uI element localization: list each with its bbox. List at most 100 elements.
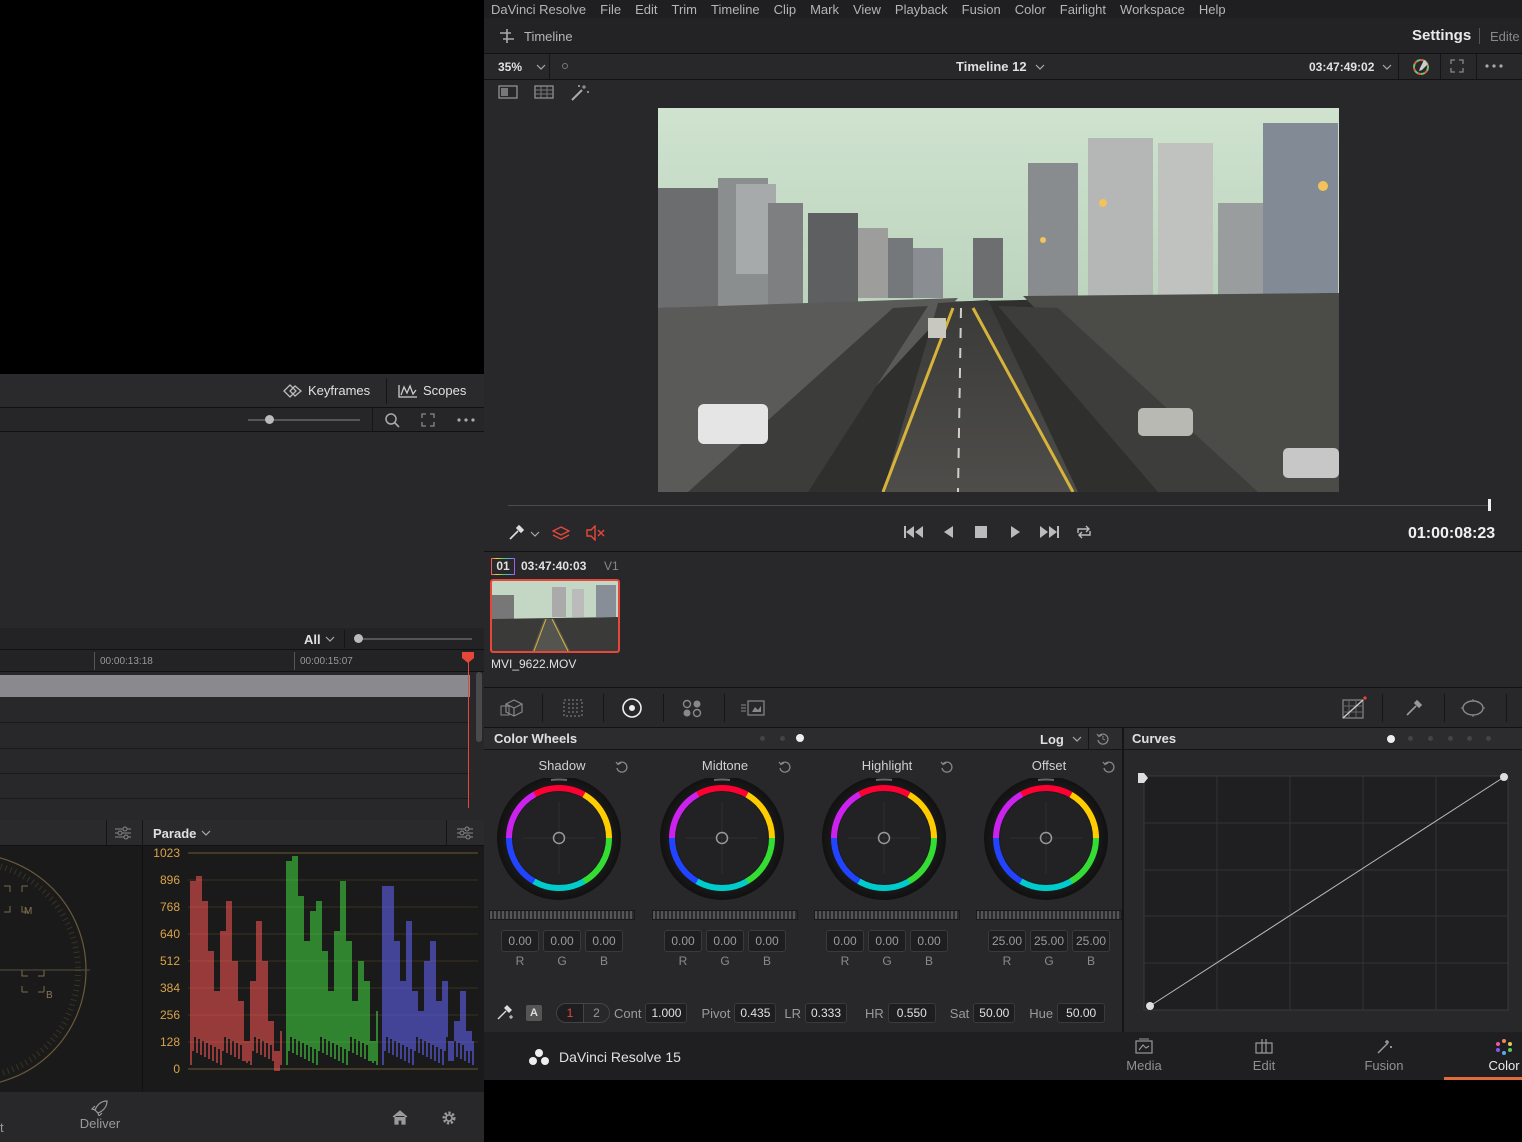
timeline-scrollbar[interactable] — [476, 672, 482, 742]
page-dot[interactable] — [780, 736, 785, 741]
page-dot[interactable] — [1428, 736, 1433, 741]
eyedropper-icon[interactable] — [508, 525, 526, 541]
menu-item-clip[interactable]: Clip — [767, 2, 803, 17]
wheel-value-r[interactable]: 0.00 — [664, 930, 702, 952]
filter-dropdown[interactable]: All — [296, 630, 335, 648]
reset-icon[interactable] — [1102, 760, 1116, 774]
scrubber-track[interactable] — [508, 505, 1490, 506]
loop-icon[interactable] — [1075, 525, 1093, 539]
magic-wand-icon[interactable] — [570, 84, 590, 102]
curve-point-start[interactable] — [1146, 1002, 1154, 1010]
video-viewer[interactable] — [484, 106, 1522, 494]
more-options-icon[interactable] — [1485, 64, 1503, 68]
param-page-1[interactable]: 1 — [557, 1004, 583, 1022]
wheel-mode-dropdown[interactable]: Log — [1040, 728, 1082, 750]
wheel-value-g[interactable]: 25.00 — [1030, 930, 1068, 952]
mute-icon[interactable] — [586, 525, 606, 541]
page-dot[interactable] — [1486, 736, 1491, 741]
skip-to-start-icon[interactable] — [904, 525, 924, 539]
more-options-icon[interactable] — [457, 418, 475, 422]
auto-balance-icon[interactable] — [496, 1005, 514, 1021]
timeline-clip-track[interactable] — [0, 675, 470, 697]
lr-field[interactable]: 0.333 — [805, 1003, 847, 1023]
zoom-slider-handle[interactable] — [265, 415, 274, 424]
wheel-graphic[interactable] — [812, 778, 962, 904]
sat-field[interactable]: 50.00 — [973, 1003, 1016, 1023]
wheel-value-r[interactable]: 25.00 — [988, 930, 1026, 952]
split-screen-icon[interactable] — [498, 85, 518, 99]
page-dot[interactable] — [1408, 736, 1413, 741]
scope-settings-icon[interactable] — [456, 825, 474, 841]
motion-effects-icon[interactable] — [740, 698, 766, 718]
camera-raw-icon[interactable] — [500, 698, 528, 718]
wheel-master-slider[interactable] — [652, 910, 798, 920]
power-window-icon[interactable] — [1460, 698, 1486, 718]
menu-item-file[interactable]: File — [593, 2, 628, 17]
wheel-value-r[interactable]: 0.00 — [501, 930, 539, 952]
hue-field[interactable]: 50.00 — [1057, 1003, 1106, 1023]
wheel-value-g[interactable]: 0.00 — [868, 930, 906, 952]
qualifier-eyedropper-icon[interactable] — [1404, 698, 1424, 718]
layers-icon[interactable] — [552, 525, 570, 541]
playhead-marker-icon[interactable] — [461, 652, 475, 664]
wheel-value-b[interactable]: 0.00 — [585, 930, 623, 952]
stop-icon[interactable] — [975, 526, 987, 538]
menu-item-davinci-resolve[interactable]: DaVinci Resolve — [484, 2, 593, 17]
menu-item-fusion[interactable]: Fusion — [955, 2, 1008, 17]
chevron-down-icon[interactable] — [530, 531, 540, 537]
reset-icon[interactable] — [615, 760, 629, 774]
auto-button[interactable]: A — [526, 1005, 542, 1021]
menu-item-edit[interactable]: Edit — [628, 2, 664, 17]
scopes-button[interactable]: Scopes — [398, 374, 478, 407]
param-page-2[interactable]: 2 — [583, 1004, 609, 1022]
page-dot[interactable] — [1467, 736, 1472, 741]
wheel-master-slider[interactable] — [976, 910, 1122, 920]
color-match-icon[interactable] — [562, 698, 584, 718]
reset-all-icon[interactable] — [1096, 732, 1110, 746]
fullscreen-icon[interactable] — [1450, 59, 1464, 73]
page-dot-active[interactable] — [796, 734, 804, 742]
reset-icon[interactable] — [940, 760, 954, 774]
wheel-graphic[interactable] — [650, 778, 800, 904]
home-icon[interactable] — [392, 1110, 408, 1125]
keyframes-button[interactable]: Keyframes — [276, 374, 386, 407]
wheel-value-g[interactable]: 0.00 — [706, 930, 744, 952]
cont-field[interactable]: 1.000 — [645, 1003, 688, 1023]
scope-mode-dropdown[interactable]: Parade — [153, 820, 211, 846]
curve-point-end[interactable] — [1500, 773, 1508, 781]
gear-icon[interactable] — [440, 1109, 458, 1127]
menu-item-view[interactable]: View — [846, 2, 888, 17]
clip-thumbnail[interactable] — [490, 579, 620, 653]
timeline-button[interactable]: Timeline — [498, 18, 573, 54]
scrubber-handle[interactable] — [1488, 499, 1491, 511]
rgb-mixer-icon[interactable] — [681, 698, 705, 718]
source-timecode-dropdown[interactable]: 03:47:49:02 — [1309, 54, 1392, 79]
pivot-field[interactable]: 0.435 — [734, 1003, 777, 1023]
menu-item-workspace[interactable]: Workspace — [1113, 2, 1192, 17]
page-fusion[interactable]: Fusion — [1324, 1038, 1444, 1073]
wheel-master-slider[interactable] — [489, 910, 635, 920]
playhead[interactable] — [468, 656, 469, 808]
menu-item-help[interactable]: Help — [1192, 2, 1233, 17]
color-picker-icon[interactable] — [1411, 57, 1431, 77]
page-label-partial[interactable]: t — [0, 1120, 4, 1135]
page-media[interactable]: Media — [1084, 1038, 1204, 1073]
page-dot[interactable] — [1448, 736, 1453, 741]
skip-to-end-icon[interactable] — [1039, 525, 1059, 539]
page-dot[interactable] — [760, 736, 765, 741]
search-icon[interactable] — [384, 412, 400, 428]
param-page-switch[interactable]: 1 2 — [556, 1003, 610, 1023]
timeline-ruler[interactable] — [0, 650, 484, 672]
menu-item-timeline[interactable]: Timeline — [704, 2, 767, 17]
wheel-graphic[interactable] — [974, 778, 1124, 904]
menu-item-playback[interactable]: Playback — [888, 2, 955, 17]
wheel-value-r[interactable]: 0.00 — [826, 930, 864, 952]
edited-label-partial[interactable]: Edite — [1490, 29, 1520, 44]
curves-graph[interactable] — [1138, 768, 1512, 1018]
wheel-master-slider[interactable] — [814, 910, 960, 920]
timeline-zoom-handle[interactable] — [354, 634, 363, 643]
wheel-value-g[interactable]: 0.00 — [543, 930, 581, 952]
zoom-dropdown[interactable]: 35% — [484, 54, 550, 79]
menu-item-color[interactable]: Color — [1008, 2, 1053, 17]
hr-field[interactable]: 0.550 — [887, 1003, 936, 1023]
